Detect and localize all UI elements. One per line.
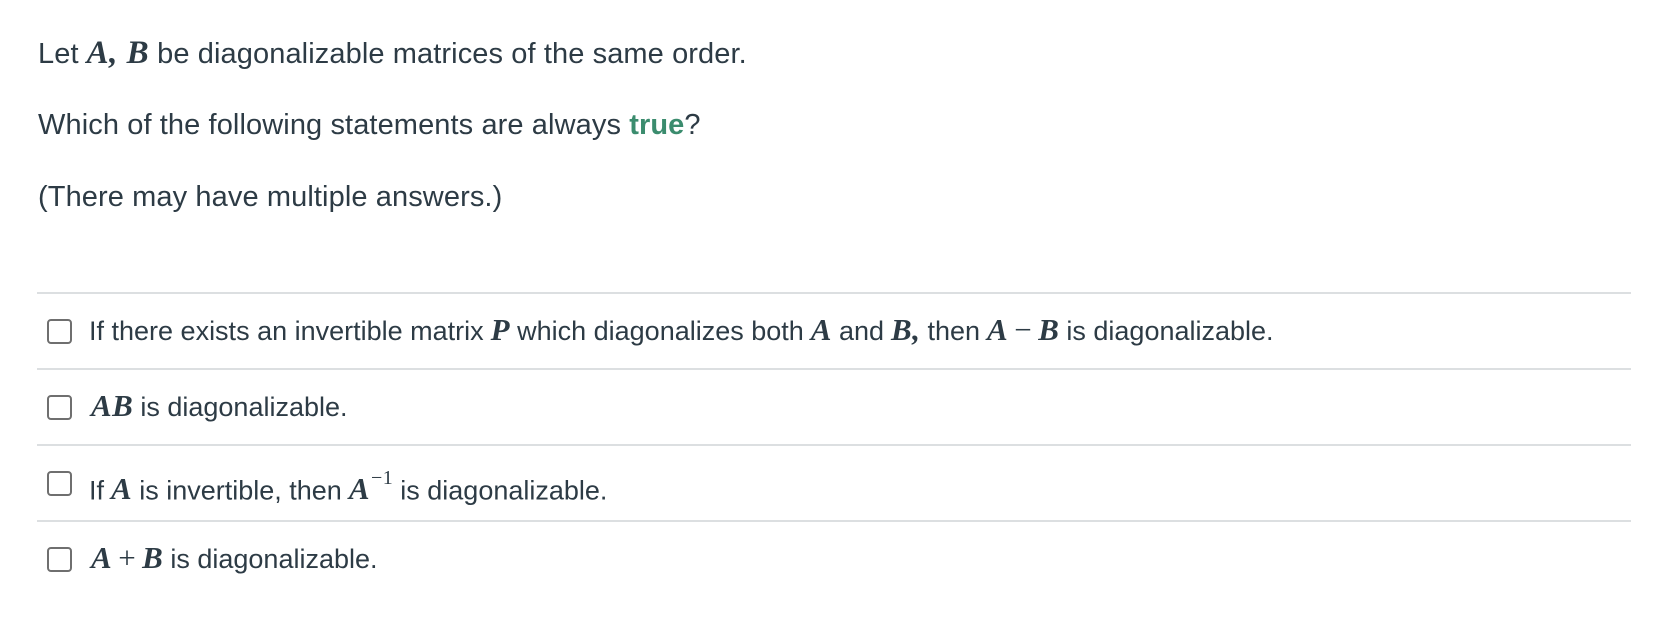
answer-option-4[interactable]: A + Bis diagonalizable.: [37, 520, 1631, 596]
option-text: which diagonalizes both: [517, 316, 804, 346]
option-text: is diagonalizable.: [1066, 316, 1274, 346]
math-expression: AB: [91, 388, 134, 423]
question-line-2: Which of the following statements are al…: [38, 107, 701, 143]
option-label[interactable]: A + Bis diagonalizable.: [89, 540, 378, 577]
checkbox[interactable]: [47, 319, 72, 344]
checkbox[interactable]: [47, 471, 72, 496]
math-expression: A: [111, 471, 133, 507]
checkbox[interactable]: [47, 395, 72, 420]
math-expression: B,: [891, 312, 921, 347]
question-instructions: (There may have multiple answers.): [38, 181, 503, 213]
option-text: is invertible, then: [139, 475, 342, 506]
math-var: B: [142, 540, 164, 575]
math-var: B: [1038, 312, 1060, 347]
highlight-true: true: [629, 109, 685, 141]
option-text: is diagonalizable.: [170, 544, 378, 574]
math-expression: P: [490, 312, 511, 347]
answer-option-3[interactable]: If Ais invertible, then A−1 is diagonalizab…: [37, 444, 1631, 520]
checkbox[interactable]: [47, 547, 72, 572]
question-mark: ?: [684, 109, 701, 141]
math-var: A: [91, 540, 113, 575]
option-text: is diagonalizable.: [140, 392, 348, 422]
option-label[interactable]: If Ais invertible, then A−1 is diagonalizab…: [89, 464, 607, 508]
math-var: A: [987, 312, 1009, 347]
option-text: If: [89, 475, 105, 506]
option-label[interactable]: AB is diagonalizable.: [89, 388, 348, 425]
math-superscript: −1: [371, 467, 394, 489]
option-text: If there exists an invertible matrix: [89, 316, 484, 346]
question-prefix: Which of the following statements are al…: [38, 109, 630, 141]
math-var: A: [348, 471, 370, 507]
option-label[interactable]: If there exists an invertible matrix Pwhi…: [89, 312, 1274, 349]
math-expression: A−1: [342, 467, 400, 507]
math-expression: A, B: [86, 35, 150, 71]
math-expression: A − B: [980, 312, 1066, 347]
question-prefix: Let: [38, 38, 79, 70]
answer-option-2[interactable]: AB is diagonalizable.: [37, 368, 1631, 444]
question-suffix: be diagonalizable matrices of the same o…: [157, 38, 747, 70]
math-operator: +: [118, 540, 137, 575]
option-text: and: [838, 316, 885, 346]
math-operator: −: [1014, 312, 1033, 347]
answer-option-1[interactable]: If there exists an invertible matrix Pwhi…: [37, 292, 1631, 368]
math-expression: A: [810, 312, 832, 347]
answer-options: If there exists an invertible matrix Pwhi…: [37, 292, 1631, 596]
question-line-1: Let A, Bbe diagonalizable matrices of the…: [38, 35, 747, 72]
option-text: then: [927, 316, 981, 346]
option-text: is diagonalizable.: [400, 475, 608, 506]
math-expression: A + B: [89, 540, 170, 575]
